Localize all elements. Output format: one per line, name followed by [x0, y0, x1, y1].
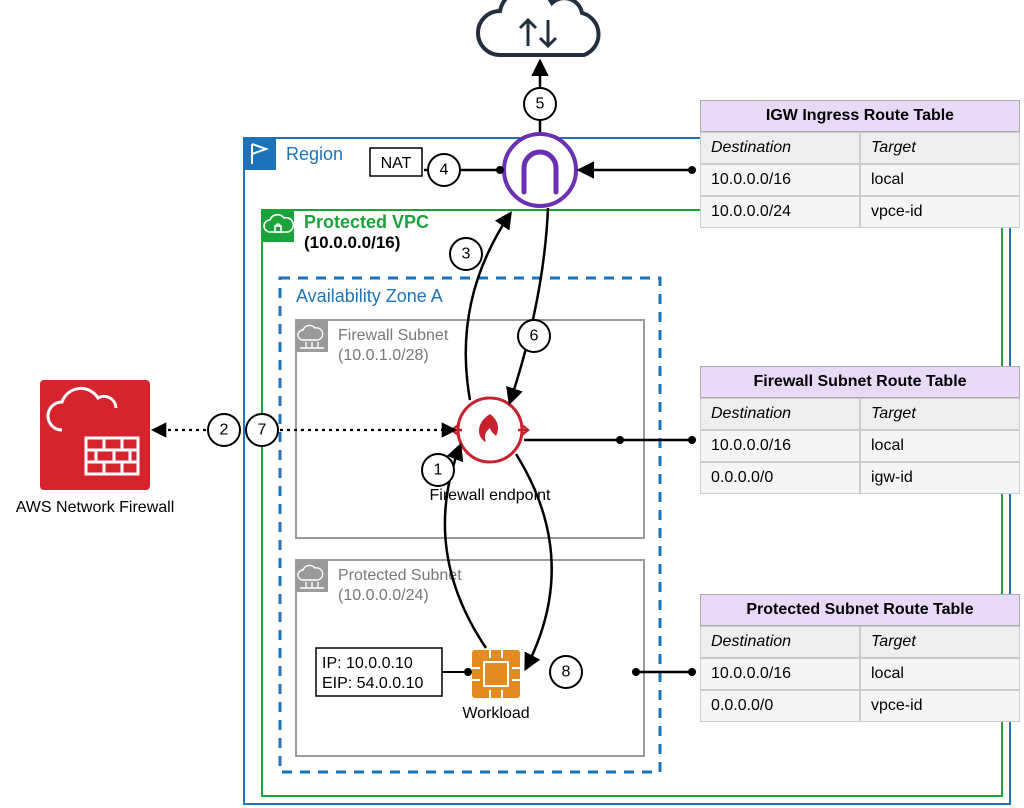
protected-route-table: Protected Subnet Route Table Destination…	[700, 594, 1020, 722]
firewall-subnet-cidr: (10.0.1.0/28)	[338, 347, 429, 364]
workload-eip: EIP: 54.0.0.10	[322, 675, 424, 692]
workload-icon	[472, 650, 520, 698]
igw-route-table: IGW Ingress Route Table DestinationTarge…	[700, 100, 1020, 228]
nat-label: NAT	[381, 155, 412, 172]
az-box	[280, 278, 660, 772]
workload-ip: IP: 10.0.0.10	[322, 655, 413, 672]
step-8: 8	[550, 656, 582, 688]
protected-subnet-cidr: (10.0.0.0/24)	[338, 587, 429, 604]
igw-rt-title: IGW Ingress Route Table	[700, 100, 1020, 132]
service-label: AWS Network Firewall	[16, 499, 175, 516]
svg-text:2: 2	[220, 422, 229, 439]
architecture-diagram: Region Protected VPC (10.0.0.0/16) Avail…	[0, 0, 1024, 808]
svg-text:8: 8	[562, 664, 571, 681]
region-label: Region	[286, 144, 343, 164]
firewall-subnet-name: Firewall Subnet	[338, 327, 449, 344]
step-1: 1	[422, 454, 454, 486]
step-3: 3	[450, 238, 482, 270]
fw-rt-title: Firewall Subnet Route Table	[700, 366, 1020, 398]
svg-text:3: 3	[462, 246, 471, 263]
protected-subnet-name: Protected Subnet	[338, 567, 462, 584]
svg-text:1: 1	[434, 462, 443, 479]
step-4: 4	[428, 154, 460, 186]
step-2: 2	[208, 414, 240, 446]
step-5: 5	[524, 88, 556, 120]
firewall-endpoint-icon	[452, 398, 528, 462]
svg-text:6: 6	[530, 328, 539, 345]
aws-network-firewall-icon	[40, 380, 150, 490]
firewall-route-table: Firewall Subnet Route Table DestinationT…	[700, 366, 1020, 494]
vpc-name: Protected VPC	[304, 212, 429, 232]
region-badge	[244, 138, 276, 170]
vpc-cidr: (10.0.0.0/16)	[304, 233, 400, 252]
arrow-igw-to-fw	[510, 208, 548, 402]
igw-icon	[504, 134, 576, 206]
svg-text:4: 4	[440, 162, 449, 179]
step-7: 7	[246, 414, 278, 446]
svg-text:7: 7	[258, 422, 267, 439]
prot-rt-title: Protected Subnet Route Table	[700, 594, 1020, 626]
svg-text:5: 5	[536, 96, 545, 113]
internet-cloud-icon	[478, 0, 599, 55]
az-label: Availability Zone A	[296, 286, 443, 306]
step-6: 6	[518, 320, 550, 352]
workload-label: Workload	[462, 705, 529, 722]
